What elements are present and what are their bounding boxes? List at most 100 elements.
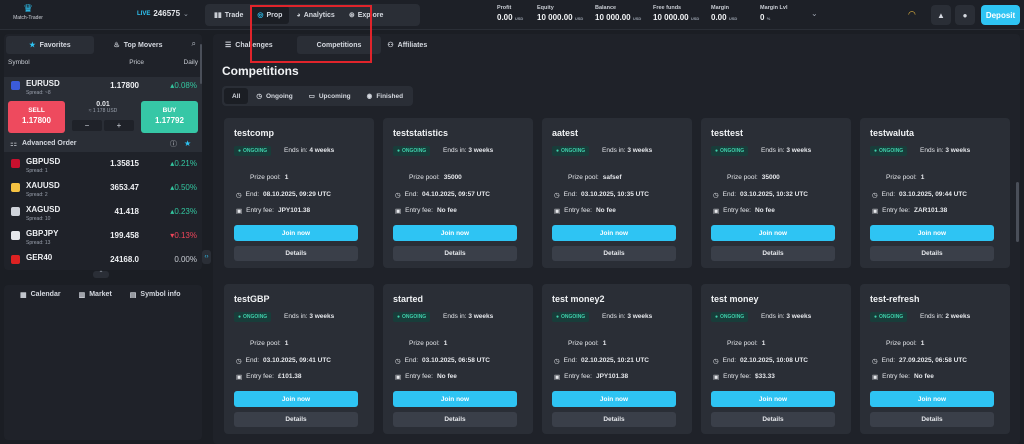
account-selector[interactable]: LIVE 246575 ⌄: [137, 9, 189, 18]
competition-title: teststatistics: [393, 128, 449, 138]
bell-icon[interactable]: ▲: [931, 5, 951, 25]
tab-favorites[interactable]: ★ Favorites: [6, 36, 94, 54]
gold-icon: [11, 183, 20, 192]
symbol-row[interactable]: XAUUSD Spread: 2 3653.47 ▴0.50%: [4, 179, 202, 200]
competition-title: testGBP: [234, 294, 270, 304]
tab-top-movers[interactable]: ♨ Top Movers: [94, 36, 182, 54]
sell-button[interactable]: SELL 1.17800: [8, 101, 65, 133]
volume-stepper[interactable]: 0.01 ≈ 1 178 USD − +: [70, 101, 136, 133]
end-value: 02.10.2025, 10:08 UTC: [740, 357, 808, 364]
symbol-row[interactable]: XAGUSD Spread: 10 41.418 ▴0.23%: [4, 203, 202, 224]
details-button[interactable]: Details: [552, 412, 676, 427]
stat-balance: Balance 10 000.00 USD: [595, 5, 641, 22]
join-now-button[interactable]: Join now: [711, 225, 835, 241]
stat-value: 10 000.00 USD: [653, 13, 699, 22]
end-label: End:: [881, 191, 896, 198]
nav-prop[interactable]: ◎ Prop: [250, 6, 290, 24]
filter-all[interactable]: All: [224, 88, 249, 104]
volume-plus-button[interactable]: +: [104, 120, 134, 131]
tab-affiliates[interactable]: ⚇ Affiliates: [381, 36, 433, 54]
status-badge: ● ONGOING: [234, 312, 272, 322]
change-value: 0.08%: [174, 81, 197, 90]
join-now-button[interactable]: Join now: [870, 225, 994, 241]
join-now-button[interactable]: Join now: [552, 225, 676, 241]
details-button[interactable]: Details: [393, 246, 517, 261]
volume-minus-button[interactable]: −: [72, 120, 102, 131]
symbol-row[interactable]: GBPUSD Spread: 1 1.35815 ▴0.21%: [4, 155, 202, 176]
info-icon[interactable]: ⓘ: [170, 139, 177, 149]
nav-label: Prop: [266, 11, 283, 19]
competition-card: testcomp ● ONGOING Ends in: 4 weeks Prize po…: [224, 118, 374, 268]
join-now-button[interactable]: Join now: [393, 391, 517, 407]
end-value: 04.10.2025, 09:57 UTC: [422, 191, 490, 198]
nav-explore[interactable]: ⊛ Explore: [342, 6, 391, 24]
stats-expand-chevron-icon[interactable]: ⌄: [811, 9, 818, 18]
symbol-info-icon: ▤: [129, 292, 137, 299]
buy-button[interactable]: BUY 1.17792: [141, 101, 198, 133]
join-now-button[interactable]: Join now: [393, 225, 517, 241]
fee-value: No fee: [754, 207, 775, 214]
symbol-change: ▾0.13%: [170, 231, 197, 240]
end-label: End:: [722, 191, 737, 198]
tab-symbol-info[interactable]: ▤ Symbol info: [122, 289, 189, 301]
tab-calendar[interactable]: ▦ Calendar: [12, 289, 69, 301]
join-now-button[interactable]: Join now: [870, 391, 994, 407]
details-button[interactable]: Details: [870, 412, 994, 427]
end-date: ◷ End: 03.10.2025, 09:44 UTC: [872, 191, 967, 199]
stat-margin-level: Margin Lvl 0 %: [760, 5, 788, 22]
stat-number: 10 000.00: [537, 13, 573, 22]
filter-upcoming[interactable]: ▭ Upcoming: [301, 88, 359, 104]
join-now-button[interactable]: Join now: [711, 391, 835, 407]
join-now-button[interactable]: Join now: [234, 391, 358, 407]
page-title: Competitions: [222, 64, 299, 78]
content-scrollbar[interactable]: [1016, 182, 1019, 242]
symbols-tabs: ★ Favorites ♨ Top Movers: [6, 36, 200, 54]
filter-ongoing[interactable]: ◷ Ongoing: [248, 88, 300, 104]
nav-trade[interactable]: ▮▮ Trade: [207, 6, 250, 24]
people-icon: ⚇: [387, 42, 394, 49]
details-button[interactable]: Details: [234, 412, 358, 427]
deposit-button[interactable]: Deposit: [981, 5, 1020, 25]
app-logo[interactable]: ♛ Match-Trader: [10, 3, 46, 27]
details-button[interactable]: Details: [711, 246, 835, 261]
tab-competitions[interactable]: Competitions: [296, 36, 382, 54]
fee-label: Entry fee:: [246, 207, 274, 214]
advanced-order-row[interactable]: ⚏ Advanced Order ⓘ ★: [4, 136, 202, 152]
symbol-row-selected[interactable]: EURUSD Spread: ~8 1.17800 ▴0.08%: [4, 77, 202, 98]
prize-value: 1: [920, 340, 925, 347]
join-now-button[interactable]: Join now: [234, 225, 358, 241]
filter-finished[interactable]: ◉ Finished: [359, 88, 411, 104]
details-button[interactable]: Details: [234, 246, 358, 261]
symbol-row[interactable]: GBPJPY Spread: 13 199.458 ▾0.13%: [4, 227, 202, 248]
tab-market[interactable]: ▥ Market: [71, 289, 120, 301]
clock-icon: ◷: [236, 358, 242, 365]
symbol-row[interactable]: GER40 24168.0 0.00%: [4, 251, 202, 270]
account-id: 246575: [153, 9, 181, 18]
tab-challenges[interactable]: ☰ Challenges: [215, 36, 283, 54]
search-icon[interactable]: ⌕: [192, 39, 196, 49]
panel-toggle-icon[interactable]: ‹›: [202, 250, 211, 264]
details-button[interactable]: Details: [870, 246, 994, 261]
fee-value: $33.33: [754, 373, 775, 380]
join-now-button[interactable]: Join now: [552, 391, 676, 407]
user-icon[interactable]: ●: [955, 5, 975, 25]
details-button[interactable]: Details: [711, 412, 835, 427]
tab-label: Top Movers: [123, 41, 163, 49]
collapse-handle-icon[interactable]: ⌃: [93, 271, 109, 278]
stat-unit: USD: [632, 16, 642, 21]
tab-label: Favorites: [39, 41, 71, 49]
competition-title: test-refresh: [870, 294, 920, 304]
clock-icon: ◷: [713, 358, 719, 365]
prize-pool: Prize pool: safsef: [568, 174, 622, 181]
symbol-change: ▴0.21%: [170, 159, 197, 168]
competition-card: test money ● ONGOING Ends in: 3 weeks Prize …: [701, 284, 851, 434]
nav-label: Explore: [357, 11, 384, 19]
advanced-order-label: Advanced Order: [22, 140, 77, 147]
main-nav: ▮▮ Trade ◎ Prop ◕ Analytics ⊛ Explore: [205, 4, 420, 26]
details-button[interactable]: Details: [552, 246, 676, 261]
star-icon[interactable]: ★: [184, 139, 191, 148]
details-button[interactable]: Details: [393, 412, 517, 427]
symbols-scrollbar[interactable]: [200, 44, 202, 84]
nav-analytics[interactable]: ◕ Analytics: [289, 6, 341, 24]
list-icon: ☰: [225, 42, 232, 49]
